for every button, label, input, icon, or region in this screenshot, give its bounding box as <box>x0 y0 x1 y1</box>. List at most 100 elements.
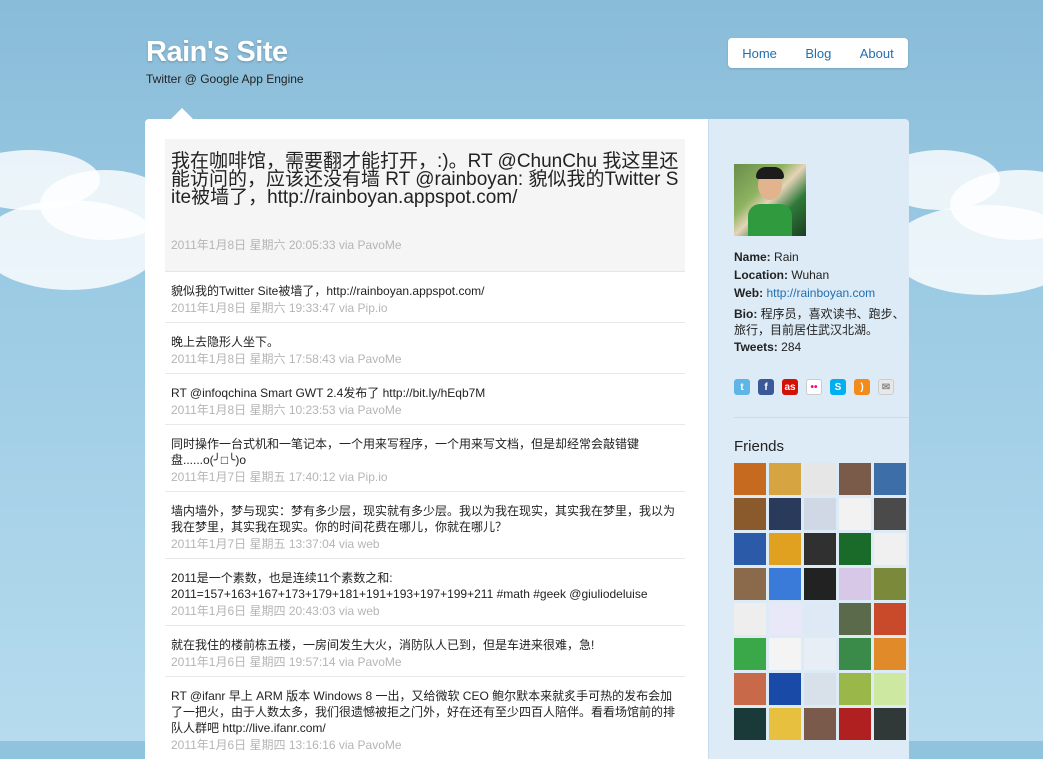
tweet-text: RT @ifanr 早上 ARM 版本 Windows 8 一出，又给微软 CE… <box>171 689 676 735</box>
tweets-label: Tweets: <box>734 340 778 354</box>
tweet-meta[interactable]: 2011年1月8日 星期六 19:33:47 via Pip.io <box>171 299 388 316</box>
tweet-text: 就在我住的楼前栋五楼，一房间发生大火，消防队人已到，但是车进来很难，急! <box>171 638 595 652</box>
rss-icon[interactable]: ) <box>854 379 870 395</box>
friend-avatar[interactable] <box>769 533 801 565</box>
profile-web: Web: http://rainboyan.com <box>734 286 875 300</box>
tweet-meta[interactable]: 2011年1月8日 星期六 10:23:53 via PavoMe <box>171 401 402 418</box>
featured-tweet: 我在咖啡馆，需要翻才能打开，:)。RT @ChunChu 我这里还能访问的，应该… <box>165 139 685 272</box>
friend-avatar[interactable] <box>804 673 836 705</box>
profile-name: Name: Rain <box>734 250 799 264</box>
main-nav: Home Blog About <box>728 38 908 68</box>
friend-avatar[interactable] <box>804 568 836 600</box>
friend-avatar[interactable] <box>874 708 906 740</box>
lastfm-icon[interactable]: as <box>782 379 798 395</box>
cloud <box>890 205 1043 295</box>
friend-avatar[interactable] <box>734 533 766 565</box>
tweet-item: RT @infoqchina Smart GWT 2.4发布了 http://b… <box>165 373 685 425</box>
tweet-meta[interactable]: 2011年1月6日 星期四 20:43:03 via web <box>171 602 380 619</box>
timeline-panel: 我在咖啡馆，需要翻才能打开，:)。RT @ChunChu 我这里还能访问的，应该… <box>145 119 708 759</box>
tweet-meta[interactable]: 2011年1月7日 星期五 17:40:12 via Pip.io <box>171 468 388 485</box>
tweet-text: 2011是一个素数，也是连续11个素数之和: 2011=157+163+167+… <box>171 571 648 601</box>
friends-heading: Friends <box>734 438 785 455</box>
profile-tweets: Tweets: 284 <box>734 340 801 354</box>
friends-grid <box>734 463 906 740</box>
friend-avatar[interactable] <box>804 533 836 565</box>
bio-value: 程序员，喜欢读书、跑步、旅行，目前居住武汉北湖。 <box>734 307 905 337</box>
profile-bio: Bio: 程序员，喜欢读书、跑步、旅行，目前居住武汉北湖。 <box>734 306 906 338</box>
tweet-meta[interactable]: 2011年1月7日 星期五 13:37:04 via web <box>171 535 380 552</box>
tweet-text: 墙内墙外，梦与现实：梦有多少层，现实就有多少层。我以为我在现实，其实我在梦里，我… <box>171 504 676 534</box>
friend-avatar[interactable] <box>874 498 906 530</box>
friend-avatar[interactable] <box>734 638 766 670</box>
friend-avatar[interactable] <box>874 463 906 495</box>
tweet-meta[interactable]: 2011年1月6日 星期四 13:16:16 via PavoMe <box>171 736 402 753</box>
tweet-text: 同时操作一台式机和一笔记本，一个用来写程序，一个用来写文档，但是却经常会敲错键盘… <box>171 437 640 467</box>
flickr-icon[interactable]: •• <box>806 379 822 395</box>
tweet-text: 我在咖啡馆，需要翻才能打开，:)。RT @ChunChu 我这里还能访问的，应该… <box>171 151 679 208</box>
friend-avatar[interactable] <box>874 533 906 565</box>
tweet-item: 晚上去隐形人坐下。 2011年1月8日 星期六 17:58:43 via Pav… <box>165 322 685 374</box>
friend-avatar[interactable] <box>839 638 871 670</box>
skype-icon[interactable]: S <box>830 379 846 395</box>
profile-sidebar: Name: Rain Location: Wuhan Web: http://r… <box>708 119 909 759</box>
friend-avatar[interactable] <box>769 568 801 600</box>
friend-avatar[interactable] <box>769 708 801 740</box>
friend-avatar[interactable] <box>874 638 906 670</box>
avatar-hair <box>756 167 784 179</box>
avatar-shirt <box>748 204 792 236</box>
tweets-value: 284 <box>781 340 802 354</box>
friend-avatar[interactable] <box>734 708 766 740</box>
friend-avatar[interactable] <box>804 603 836 635</box>
friend-avatar[interactable] <box>874 673 906 705</box>
friend-avatar[interactable] <box>804 708 836 740</box>
header-pointer <box>171 108 193 119</box>
friend-avatar[interactable] <box>874 603 906 635</box>
friend-avatar[interactable] <box>769 638 801 670</box>
friend-avatar[interactable] <box>874 568 906 600</box>
friend-avatar[interactable] <box>734 498 766 530</box>
mail-icon[interactable]: ✉ <box>878 379 894 395</box>
tweet-text: 晚上去隐形人坐下。 <box>171 335 280 349</box>
tweet-meta[interactable]: 2011年1月8日 星期六 17:58:43 via PavoMe <box>171 350 402 367</box>
friend-avatar[interactable] <box>839 673 871 705</box>
sidebar-divider <box>734 417 909 418</box>
profile-location: Location: Wuhan <box>734 268 829 282</box>
friend-avatar[interactable] <box>839 708 871 740</box>
friend-avatar[interactable] <box>769 498 801 530</box>
profile-avatar[interactable] <box>734 164 806 236</box>
bio-label: Bio: <box>734 307 758 321</box>
friend-avatar[interactable] <box>839 603 871 635</box>
tweet-text: RT @infoqchina Smart GWT 2.4发布了 http://b… <box>171 386 486 400</box>
tweet-item: 就在我住的楼前栋五楼，一房间发生大火，消防队人已到，但是车进来很难，急! 201… <box>165 625 685 677</box>
tweet-text: 貌似我的Twitter Site被墙了，http://rainboyan.app… <box>171 284 485 298</box>
friend-avatar[interactable] <box>769 673 801 705</box>
nav-about-link[interactable]: About <box>860 46 894 61</box>
tweet-item: RT @ifanr 早上 ARM 版本 Windows 8 一出，又给微软 CE… <box>165 676 685 759</box>
friend-avatar[interactable] <box>839 568 871 600</box>
site-title[interactable]: Rain's Site <box>146 36 288 69</box>
name-value: Rain <box>774 250 799 264</box>
friend-avatar[interactable] <box>839 498 871 530</box>
nav-home-link[interactable]: Home <box>742 46 777 61</box>
friend-avatar[interactable] <box>734 463 766 495</box>
friend-avatar[interactable] <box>804 463 836 495</box>
friend-avatar[interactable] <box>804 498 836 530</box>
web-link[interactable]: http://rainboyan.com <box>766 286 875 300</box>
friend-avatar[interactable] <box>804 638 836 670</box>
nav-blog-link[interactable]: Blog <box>805 46 831 61</box>
facebook-icon[interactable]: f <box>758 379 774 395</box>
twitter-icon[interactable]: t <box>734 379 750 395</box>
friend-avatar[interactable] <box>734 673 766 705</box>
friend-avatar[interactable] <box>734 568 766 600</box>
location-value: Wuhan <box>791 268 830 282</box>
tweet-item: 墙内墙外，梦与现实：梦有多少层，现实就有多少层。我以为我在现实，其实我在梦里，我… <box>165 491 685 559</box>
friend-avatar[interactable] <box>839 533 871 565</box>
friend-avatar[interactable] <box>769 463 801 495</box>
friend-avatar[interactable] <box>839 463 871 495</box>
tweet-meta[interactable]: 2011年1月8日 星期六 20:05:33 via PavoMe <box>171 236 402 253</box>
friend-avatar[interactable] <box>734 603 766 635</box>
location-label: Location: <box>734 268 788 282</box>
tweet-meta[interactable]: 2011年1月6日 星期四 19:57:14 via PavoMe <box>171 653 402 670</box>
friend-avatar[interactable] <box>769 603 801 635</box>
web-label: Web: <box>734 286 764 300</box>
